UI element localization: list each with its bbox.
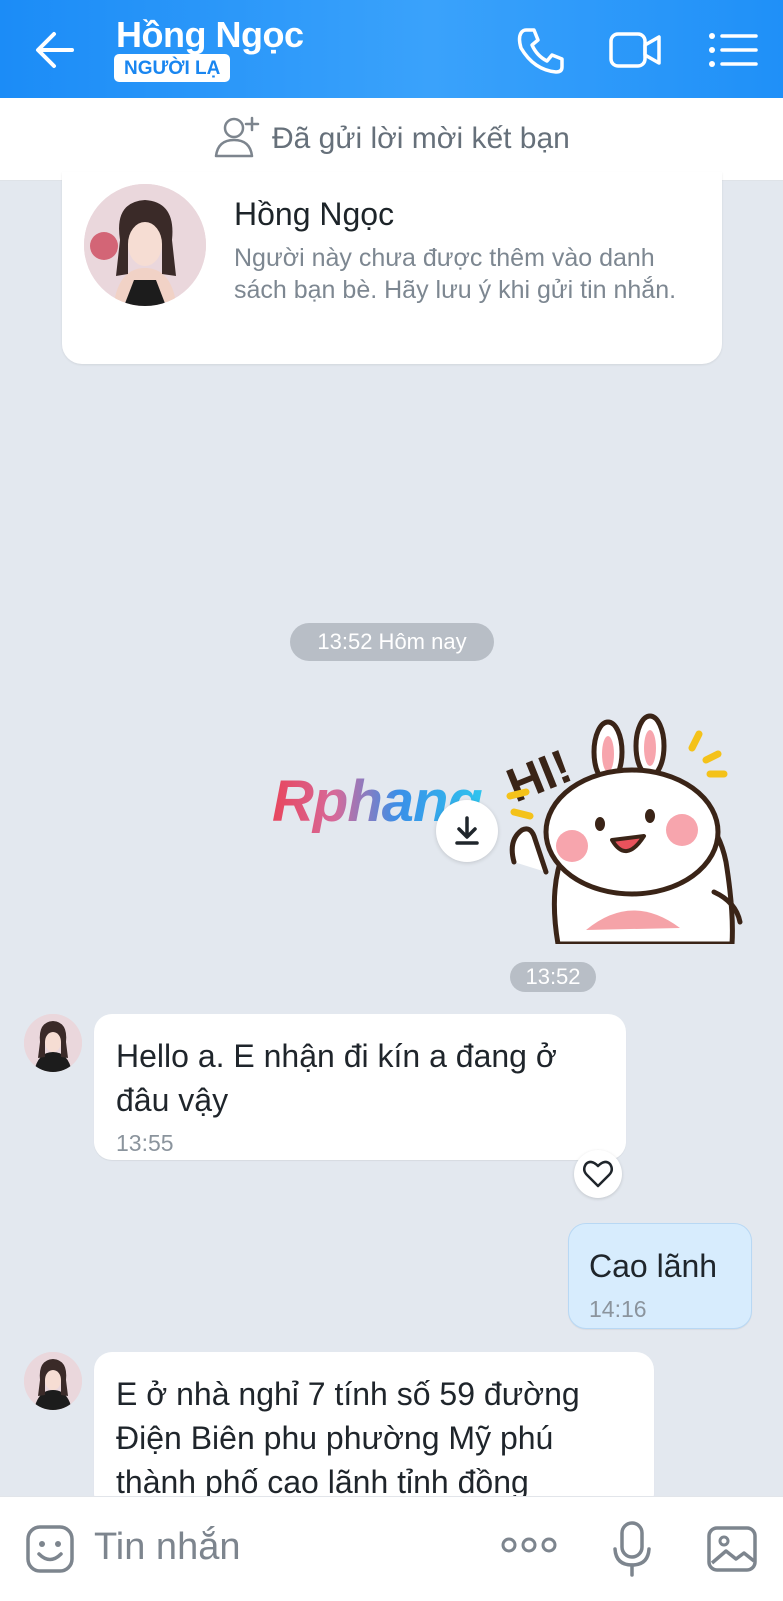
- voice-message-button[interactable]: [610, 1519, 654, 1579]
- phone-icon: [517, 28, 564, 74]
- message-time: 14:16: [589, 1296, 647, 1322]
- heart-icon: [583, 1160, 613, 1188]
- react-button[interactable]: [574, 1150, 622, 1198]
- avatar[interactable]: [24, 1352, 82, 1410]
- outgoing-message[interactable]: Cao lãnh 14:16: [568, 1223, 752, 1329]
- profile-card: Hồng Ngọc Người này chưa được thêm vào d…: [62, 172, 722, 364]
- hi-bunny-sticker[interactable]: HI!: [504, 712, 756, 944]
- friend-request-bar: Đã gửi lời mời kết bạn: [0, 98, 783, 181]
- microphone-icon: [613, 1521, 651, 1577]
- download-icon: [455, 816, 479, 845]
- friend-request-status: Đã gửi lời mời kết bạn: [272, 122, 570, 155]
- emoji-button[interactable]: [24, 1523, 76, 1575]
- more-options-icon: [501, 1537, 557, 1553]
- chat-header: Hồng Ngọc NGƯỜI LẠ: [0, 0, 783, 98]
- message-input-bar: [0, 1496, 783, 1601]
- options-menu-button[interactable]: [706, 24, 762, 76]
- video-camera-icon: [609, 32, 661, 68]
- stranger-warning-text: Người này chưa được thêm vào danh sách b…: [234, 244, 677, 304]
- image-icon: [707, 1526, 757, 1572]
- add-friend-icon: [214, 116, 260, 158]
- emoji-icon: [26, 1525, 74, 1573]
- message-text: Cao lãnh: [589, 1248, 718, 1284]
- sticker-timestamp: 13:52: [510, 962, 596, 992]
- voice-call-button[interactable]: [512, 24, 568, 76]
- avatar[interactable]: [84, 184, 206, 306]
- send-image-button[interactable]: [706, 1525, 758, 1573]
- back-arrow-icon: [36, 32, 74, 68]
- message-text: Hello a. E nhận đi kín a đang ở đâu vậy: [116, 1038, 557, 1118]
- avatar[interactable]: [24, 1014, 82, 1072]
- message-input[interactable]: [94, 1517, 474, 1577]
- profile-name: Hồng Ngọc: [234, 196, 395, 232]
- message-text: E ở nhà nghỉ 7 tính số 59 đường Điện Biê…: [116, 1376, 580, 1500]
- stranger-badge: NGƯỜI LẠ: [114, 54, 231, 82]
- list-menu-icon: [709, 33, 758, 67]
- back-button[interactable]: [28, 22, 84, 78]
- download-button[interactable]: [436, 800, 498, 862]
- message-time: 13:55: [116, 1130, 174, 1156]
- incoming-message[interactable]: E ở nhà nghỉ 7 tính số 59 đường Điện Biê…: [94, 1352, 654, 1512]
- more-options-button[interactable]: [500, 1533, 558, 1557]
- incoming-message[interactable]: Hello a. E nhận đi kín a đang ở đâu vậy …: [94, 1014, 626, 1160]
- contact-name[interactable]: Hồng Ngọc: [116, 14, 304, 56]
- time-divider: 13:52 Hôm nay: [290, 623, 494, 661]
- video-call-button[interactable]: [608, 24, 664, 76]
